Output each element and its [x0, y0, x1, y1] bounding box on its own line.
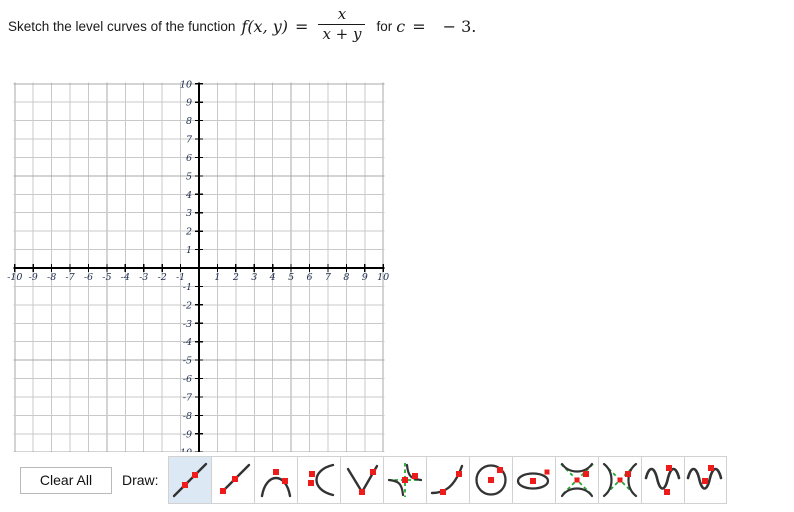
- y-axis-label: -9: [183, 429, 192, 440]
- ellipse-tool[interactable]: [511, 456, 555, 504]
- x-axis-tick-labels: -10 -9 -8 -7 -6 -5 -4 -3 -2 -1 1 2 3 4 5 6 7 8 9 10: [7, 272, 389, 283]
- y-axis-label: 8: [186, 116, 192, 127]
- y-axis-label: 7: [186, 135, 193, 146]
- x-axis-label: -9: [29, 272, 38, 283]
- line-tool-icon: [172, 462, 207, 498]
- fraction-numerator: x: [337, 5, 347, 23]
- ray-tool-icon: [219, 463, 250, 494]
- line-tool[interactable]: [167, 456, 211, 504]
- absolute-value-tool[interactable]: [339, 456, 383, 504]
- y-axis-label: 10: [180, 79, 192, 90]
- rational-tool[interactable]: [382, 456, 426, 504]
- ray-tool[interactable]: [210, 456, 254, 504]
- parabola-horizontal-tool-icon: [307, 463, 334, 497]
- function-notation: f(x, y): [241, 16, 289, 36]
- x-axis-label: 8: [343, 272, 349, 283]
- drawing-toolbar: Clear All Draw:: [0, 452, 794, 508]
- y-axis-tick-labels: 10987654321-1-2-3-4-5-6-7-8-9-10: [177, 79, 193, 452]
- x-axis-label: -7: [65, 272, 75, 283]
- x-axis-label: -3: [139, 272, 148, 283]
- y-axis-label: -2: [183, 300, 192, 311]
- y-axis-label: 2: [185, 227, 192, 238]
- x-axis-label: 10: [377, 272, 389, 283]
- sine-tool[interactable]: [640, 456, 684, 504]
- y-axis-label: -7: [183, 392, 193, 403]
- y-axis-label: 4: [185, 190, 192, 201]
- y-axis-label: -1: [183, 282, 192, 293]
- y-axis-label: -5: [183, 356, 192, 367]
- fraction-denominator: x + y: [322, 25, 362, 44]
- x-axis-label: -4: [121, 272, 130, 283]
- prompt-lead-text: Sketch the level curves of the function: [8, 18, 236, 34]
- y-axis-label: 6: [186, 153, 192, 164]
- exponential-tool-icon: [430, 464, 463, 495]
- x-axis-label: 9: [362, 272, 368, 283]
- x-axis-label: 6: [306, 272, 312, 283]
- y-axis-label: -4: [183, 337, 192, 348]
- hyperbola-horizontal-tool-icon: [602, 462, 637, 498]
- equals-sign: =: [295, 16, 309, 36]
- hyperbola-vertical-tool-icon: [559, 462, 594, 498]
- sine-tool-icon: [644, 465, 680, 495]
- circle-tool[interactable]: [468, 456, 512, 504]
- hyperbola-vertical-tool[interactable]: [554, 456, 598, 504]
- x-axis-label: -5: [102, 272, 111, 283]
- parabola-vertical-tool[interactable]: [253, 456, 297, 504]
- constant-value: − 3.: [442, 16, 477, 36]
- y-axis-label: -3: [183, 319, 192, 330]
- graph-canvas[interactable]: -10 -9 -8 -7 -6 -5 -4 -3 -2 -1 1 2 3 4 5 6 7 8 9 10 1098765…: [0, 62, 400, 452]
- x-axis-label: -10: [7, 272, 22, 283]
- draw-label: Draw:: [122, 472, 159, 488]
- constant-symbol: c: [396, 16, 406, 36]
- y-axis-label: 5: [186, 171, 192, 182]
- hyperbola-horizontal-tool[interactable]: [597, 456, 641, 504]
- cosine-tool-icon: [686, 465, 723, 490]
- for-word: for: [376, 18, 393, 34]
- parabola-vertical-tool-icon: [260, 469, 291, 498]
- y-axis-label: 3: [186, 208, 192, 219]
- parabola-horizontal-tool[interactable]: [296, 456, 340, 504]
- x-axis-label: -2: [158, 272, 167, 283]
- x-axis-label: 1: [214, 272, 220, 283]
- rational-tool-icon: [387, 463, 422, 497]
- clear-all-button[interactable]: Clear All: [20, 466, 112, 494]
- tool-icon-strip: [167, 456, 727, 504]
- y-axis-label: -6: [183, 374, 192, 385]
- x-axis-label: -8: [47, 272, 56, 283]
- coordinate-grid[interactable]: -10 -9 -8 -7 -6 -5 -4 -3 -2 -1 1 2 3 4 5 6 7 8 9 10 10 9 8 7 6 5…: [0, 62, 400, 452]
- y-axis-label: 1: [186, 245, 192, 256]
- x-axis-label: 7: [325, 272, 332, 283]
- exponential-tool[interactable]: [425, 456, 469, 504]
- x-axis-label: 3: [251, 272, 257, 283]
- circle-tool-icon: [474, 464, 507, 496]
- x-axis-label: 2: [232, 272, 239, 283]
- y-axis-label: 9: [186, 98, 192, 109]
- cosine-tool[interactable]: [683, 456, 727, 504]
- ellipse-tool-icon: [516, 469, 550, 490]
- x-axis-label: -6: [84, 272, 93, 283]
- question-prompt: Sketch the level curves of the function …: [8, 5, 788, 45]
- x-axis-label: 4: [269, 272, 276, 283]
- absolute-value-tool-icon: [346, 464, 378, 495]
- fraction: x x + y: [318, 5, 366, 44]
- y-axis-label: -8: [183, 411, 192, 422]
- x-axis-label: 5: [288, 272, 294, 283]
- constant-equals-sign: =: [412, 16, 426, 36]
